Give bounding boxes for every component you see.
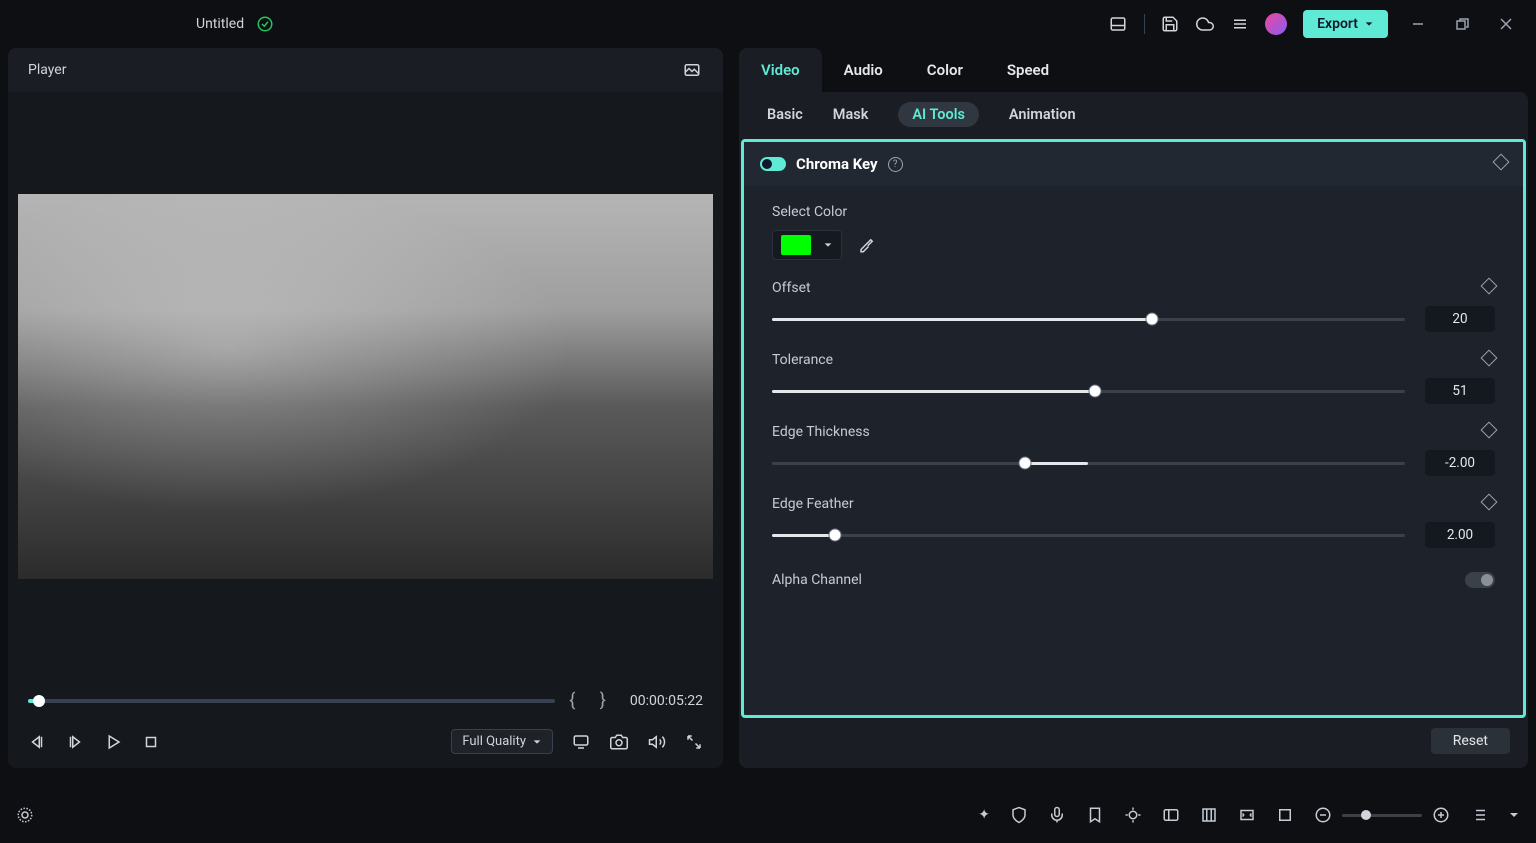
video-preview[interactable] — [8, 92, 723, 680]
zoom-in-icon[interactable] — [1432, 806, 1450, 824]
select-color-label: Select Color — [772, 204, 847, 220]
list-view-icon[interactable] — [1470, 806, 1488, 824]
eyedropper-icon[interactable] — [858, 236, 876, 254]
camera-icon[interactable] — [609, 733, 629, 751]
play-icon[interactable] — [104, 733, 122, 751]
close-icon[interactable] — [1492, 10, 1520, 38]
chevron-down-icon[interactable] — [1508, 809, 1520, 821]
zoom-slider[interactable] — [1342, 814, 1422, 817]
minimize-icon[interactable] — [1404, 10, 1432, 38]
volume-icon[interactable] — [647, 733, 667, 751]
export-label: Export — [1317, 16, 1358, 32]
prev-frame-icon[interactable] — [28, 733, 46, 751]
project-title: Untitled — [196, 16, 244, 32]
tab-color[interactable]: Color — [905, 48, 985, 92]
subtab-mask[interactable]: Mask — [833, 106, 869, 123]
offset-slider[interactable] — [772, 318, 1405, 321]
sub-tabs: Basic Mask AI Tools Animation — [739, 92, 1528, 137]
tolerance-label: Tolerance — [772, 352, 833, 368]
playhead-scrubber[interactable] — [28, 699, 555, 703]
reset-button[interactable]: Reset — [1431, 728, 1510, 754]
shield-icon[interactable] — [1010, 806, 1028, 824]
color-picker[interactable] — [772, 230, 842, 260]
help-icon[interactable]: ? — [888, 157, 903, 172]
subtab-animation[interactable]: Animation — [1009, 106, 1076, 123]
layout-icon[interactable] — [1108, 15, 1128, 33]
tolerance-keyframe-icon[interactable] — [1483, 352, 1495, 368]
alpha-channel-toggle[interactable] — [1465, 572, 1495, 588]
tolerance-slider[interactable] — [772, 390, 1405, 393]
player-title: Player — [28, 62, 66, 78]
avatar[interactable] — [1265, 13, 1287, 35]
export-button[interactable]: Export — [1303, 10, 1388, 38]
tab-video[interactable]: Video — [739, 48, 822, 92]
in-out-brackets[interactable]: { } — [569, 690, 616, 711]
display-icon[interactable] — [571, 733, 591, 751]
chroma-key-section: Chroma Key ? Select Color — [741, 139, 1526, 718]
timeline-toolbar: ✦ — [0, 795, 1536, 835]
titlebar: Untitled Export — [0, 0, 1536, 48]
edge-feather-slider[interactable] — [772, 534, 1405, 537]
menu-icon[interactable] — [1231, 15, 1249, 33]
panel-icon[interactable] — [1162, 806, 1180, 824]
playback-quality-select[interactable]: Full Quality — [451, 729, 553, 754]
alpha-channel-label: Alpha Channel — [772, 572, 862, 588]
record-icon[interactable] — [16, 806, 34, 824]
subtab-ai-tools[interactable]: AI Tools — [898, 102, 979, 127]
subtab-basic[interactable]: Basic — [767, 106, 803, 123]
edge-thickness-value[interactable]: -2.00 — [1425, 450, 1495, 476]
stop-icon[interactable] — [142, 733, 160, 751]
zoom-out-icon[interactable] — [1314, 806, 1332, 824]
section-keyframe-icon[interactable] — [1495, 156, 1507, 172]
edge-feather-value[interactable]: 2.00 — [1425, 522, 1495, 548]
quality-label: Full Quality — [462, 734, 526, 749]
chroma-key-toggle[interactable] — [760, 157, 786, 171]
snapshot-compare-icon[interactable] — [681, 61, 703, 79]
saved-check-icon — [256, 15, 274, 33]
timecode: 00:00:05:22 — [630, 693, 703, 709]
adjust-icon[interactable] — [1124, 806, 1142, 824]
chroma-key-title: Chroma Key — [796, 155, 878, 173]
next-frame-icon[interactable] — [66, 733, 84, 751]
player-panel: Player { } 00:00:05:22 — [8, 48, 723, 768]
offset-keyframe-icon[interactable] — [1483, 280, 1495, 296]
undo-dot-icon[interactable]: ✦ — [978, 807, 990, 823]
offset-label: Offset — [772, 280, 811, 296]
edge-thickness-label: Edge Thickness — [772, 424, 870, 440]
mic-icon[interactable] — [1048, 806, 1066, 824]
cloud-icon[interactable] — [1195, 15, 1215, 33]
expand-icon[interactable] — [1238, 806, 1256, 824]
tolerance-value[interactable]: 51 — [1425, 378, 1495, 404]
fit-icon[interactable] — [1276, 806, 1294, 824]
crop-icon[interactable] — [1200, 806, 1218, 824]
maximize-icon[interactable] — [1448, 10, 1476, 38]
edge-feather-keyframe-icon[interactable] — [1483, 496, 1495, 512]
main-tabs: Video Audio Color Speed — [739, 48, 1528, 92]
save-icon[interactable] — [1161, 15, 1179, 33]
fullscreen-icon[interactable] — [685, 733, 703, 751]
edge-thickness-keyframe-icon[interactable] — [1483, 424, 1495, 440]
color-swatch — [781, 235, 811, 255]
tab-audio[interactable]: Audio — [822, 48, 905, 92]
edge-feather-label: Edge Feather — [772, 496, 854, 512]
edge-thickness-slider[interactable] — [772, 462, 1405, 465]
marker-icon[interactable] — [1086, 806, 1104, 824]
offset-value[interactable]: 20 — [1425, 306, 1495, 332]
tab-speed[interactable]: Speed — [985, 48, 1071, 92]
